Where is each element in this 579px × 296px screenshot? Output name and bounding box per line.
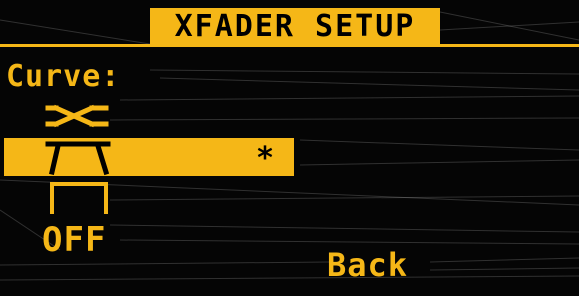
sharp-cut-curve-icon <box>50 182 108 214</box>
title-divider <box>0 44 579 47</box>
curve-option-crossover[interactable] <box>4 98 294 136</box>
selected-marker: * <box>256 141 275 176</box>
lcd-screen: XFADER SETUP Curve: * OFF Back <box>0 0 579 296</box>
curve-option-fast-cut[interactable]: * <box>4 138 294 176</box>
screen-title: XFADER SETUP <box>150 8 440 45</box>
fast-cut-curve-icon <box>45 141 111 176</box>
curve-option-sharp-cut[interactable] <box>4 178 294 216</box>
back-button[interactable]: Back <box>327 245 408 285</box>
crossover-curve-icon <box>45 104 109 128</box>
curve-label: Curve: <box>6 59 121 94</box>
curve-option-off[interactable]: OFF <box>42 220 106 260</box>
